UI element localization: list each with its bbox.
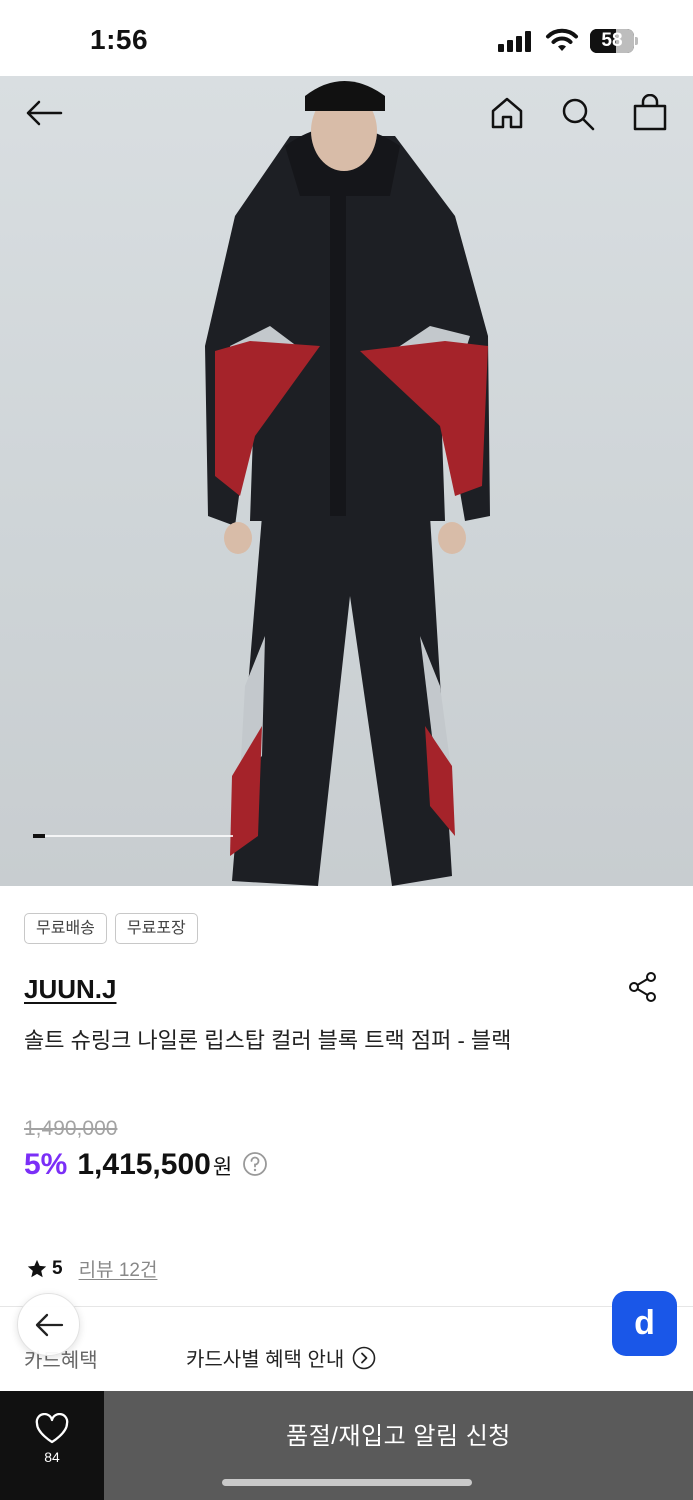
shopping-bag-icon[interactable]: [632, 94, 668, 132]
status-bar: 1:56 58: [0, 0, 693, 76]
wifi-icon: [546, 28, 578, 51]
chevron-right-circle-icon: [353, 1346, 376, 1369]
back-arrow-icon: [35, 1313, 63, 1336]
product-title: 솔트 슈링크 나일론 립스탑 컬러 블록 트랙 점퍼 - 블랙: [24, 1028, 512, 1053]
image-slide-indicator: [33, 834, 233, 838]
card-benefit-link[interactable]: 카드사별 혜택 안내: [186, 1343, 376, 1372]
battery-icon: 58: [590, 29, 638, 53]
rating-row: 5 리뷰 12건: [26, 1255, 157, 1282]
badge-free-wrapping: 무료포장: [114, 913, 198, 944]
card-benefit-link-label: 카드사별 혜택 안내: [186, 1349, 345, 1371]
original-price: 1,490,000: [24, 1117, 118, 1140]
slide-indicator-thumb: [33, 834, 45, 838]
like-count: 84: [44, 1449, 60, 1465]
floating-back-button[interactable]: [17, 1293, 80, 1356]
heart-icon: [35, 1413, 69, 1444]
star-icon: [27, 1259, 47, 1277]
d-app-button[interactable]: d: [612, 1291, 677, 1356]
product-photo: [205, 81, 490, 886]
question-icon[interactable]: [242, 1151, 268, 1177]
search-icon[interactable]: [560, 96, 596, 132]
product-image[interactable]: [0, 76, 693, 886]
currency-unit: 원: [212, 1156, 233, 1179]
discount-rate: 5%: [24, 1148, 68, 1181]
price-row: 5% 1,415,500 원: [24, 1148, 268, 1182]
status-time: 1:56: [90, 24, 149, 55]
brand-link[interactable]: JUUN.J: [24, 974, 116, 1005]
battery-level: 58: [601, 30, 623, 51]
rating-value: 5: [52, 1257, 63, 1279]
shipping-badges: 무료배송 무료포장: [24, 913, 198, 944]
like-button[interactable]: 84: [0, 1391, 104, 1500]
review-link[interactable]: 리뷰 12건: [79, 1255, 158, 1282]
share-icon[interactable]: [627, 971, 659, 1003]
sale-price: 1,415,500: [77, 1148, 211, 1181]
home-icon[interactable]: [490, 96, 524, 130]
badge-free-shipping: 무료배송: [24, 913, 107, 944]
signal-icon: [498, 30, 534, 52]
home-indicator: [222, 1479, 472, 1486]
back-arrow-icon[interactable]: [25, 100, 63, 126]
bottom-action-bar: 84 품절/재입고 알림 신청: [0, 1391, 693, 1500]
section-divider: [0, 1306, 693, 1307]
